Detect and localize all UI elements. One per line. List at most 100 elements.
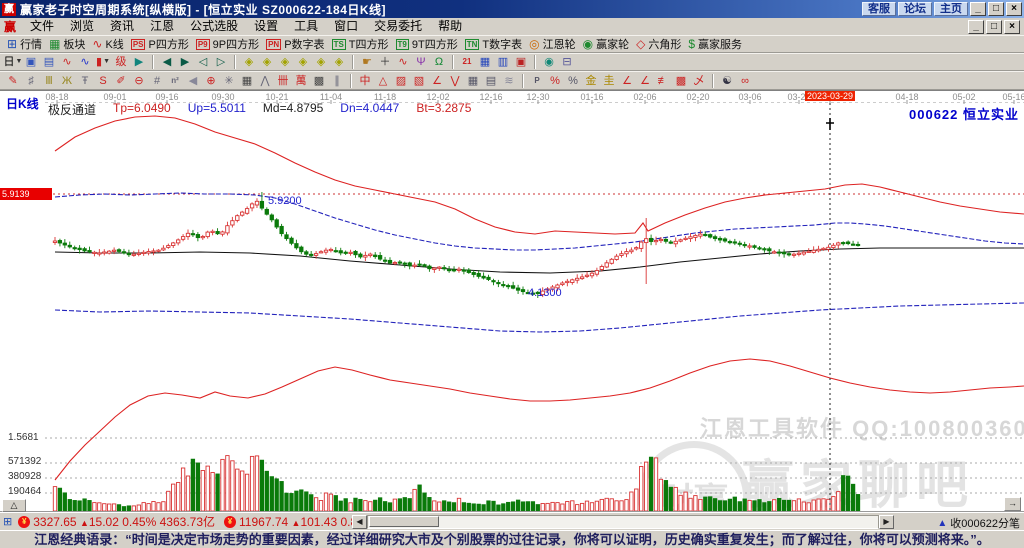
menu-help[interactable]: 帮助 [430, 18, 470, 35]
step-lines-icon[interactable]: ≢ [654, 73, 672, 89]
price-ruler-icon[interactable]: Ŧ [76, 73, 94, 89]
hatch-box-icon[interactable]: ▨ [392, 73, 410, 89]
cycle-circle-icon[interactable]: ⊖ [130, 73, 148, 89]
infinity-icon[interactable]: ∞ [736, 73, 754, 89]
check-line-icon[interactable]: ⋁ [446, 73, 464, 89]
quote-grid-icon[interactable]: ⊞ [3, 515, 12, 528]
9p-square-button[interactable]: P9 9P四方形 [193, 36, 262, 52]
menu-tools[interactable]: 工具 [286, 18, 326, 35]
support-link[interactable]: 客服 [862, 2, 896, 16]
gann-line-icon[interactable]: ♯ [22, 73, 40, 89]
chart-scroll-right-button[interactable]: → [1004, 497, 1021, 511]
sectors-button[interactable]: ▦ 板块 [46, 36, 88, 52]
quote-screen-icon[interactable]: ▣ [22, 54, 40, 70]
mdi-close-button[interactable]: × [1004, 19, 1020, 34]
zoom-out-all-icon[interactable]: ◈ [312, 54, 330, 70]
angle-tool-icon[interactable]: ∠ [428, 73, 446, 89]
pane-collapse-button[interactable]: △ [2, 499, 26, 512]
restore-button[interactable]: □ [988, 2, 1004, 16]
red-wan-icon[interactable]: 萬 [292, 73, 310, 89]
menu-news[interactable]: 资讯 [102, 18, 142, 35]
menu-gann[interactable]: 江恩 [142, 18, 182, 35]
prev-bar-icon[interactable]: ◁ [194, 54, 212, 70]
quotes-button[interactable]: ⊞ 行情 [4, 36, 45, 52]
candle-style-dropdown[interactable]: ▮ ▼ [94, 54, 112, 70]
notebook-icon[interactable]: ▥ [494, 54, 512, 70]
fan-lines-icon[interactable]: △ [374, 73, 392, 89]
calendar-icon[interactable]: 21 [458, 54, 476, 70]
last-bar-icon[interactable]: ▶ [176, 54, 194, 70]
center-line-icon[interactable]: 中 [356, 73, 374, 89]
golden-section-icon[interactable]: 金 [582, 73, 600, 89]
t-table-button[interactable]: TN T数字表 [462, 36, 525, 52]
download-data-icon[interactable]: ◉ [540, 54, 558, 70]
chart-panel[interactable]: 江恩工具软件 QQ:100800360 赢家聊吧 财赢 日K线 000622 恒… [0, 90, 1024, 512]
flag-icon[interactable]: ▶ [130, 54, 148, 70]
target-circle-icon[interactable]: ⊕ [202, 73, 220, 89]
measure-icon[interactable]: P [528, 73, 546, 89]
barcode-icon[interactable]: ∥ [328, 73, 346, 89]
dark-grid-icon[interactable]: ▦ [238, 73, 256, 89]
golden-box-icon[interactable]: 圭 [600, 73, 618, 89]
n-square-icon[interactable]: n² [166, 73, 184, 89]
select-arrow-icon[interactable]: ◀ [184, 73, 202, 89]
smart-analysis-icon[interactable]: Ω [430, 54, 448, 70]
wave-lines-icon[interactable]: ≋ [500, 73, 518, 89]
period-day-dropdown[interactable]: 日 ▼ [4, 54, 23, 70]
mdi-restore-button[interactable]: □ [986, 19, 1002, 34]
menu-window[interactable]: 窗口 [326, 18, 366, 35]
spiral-icon[interactable]: S [94, 73, 112, 89]
gann-wheel-button[interactable]: ◎ 江恩轮 [526, 36, 578, 52]
gann-grid2-icon[interactable]: Ж [58, 73, 76, 89]
crosshair-tool-icon[interactable]: ＋ [376, 54, 394, 70]
scrollbar-thumb[interactable] [369, 516, 439, 527]
draw-pencil-icon[interactable]: ✎ [4, 73, 22, 89]
percent-red-icon[interactable]: % [546, 73, 564, 89]
scrollbar-track[interactable] [367, 515, 879, 529]
chart-canvas[interactable] [0, 91, 1024, 512]
zoom-in-h-icon[interactable]: ◈ [258, 54, 276, 70]
red-tally-icon[interactable]: 卌 [274, 73, 292, 89]
grid-box-icon[interactable]: ▦ [464, 73, 482, 89]
starburst-icon[interactable]: ✳ [220, 73, 238, 89]
calculator-icon[interactable]: ▦ [476, 54, 494, 70]
9t-square-button[interactable]: T9 9T四方形 [393, 36, 461, 52]
save-icon[interactable]: ▣ [512, 54, 530, 70]
kline-button[interactable]: ∿ K线 [89, 36, 126, 52]
zoom-in-all-icon[interactable]: ◈ [330, 54, 348, 70]
hand-tool-icon[interactable]: ☛ [358, 54, 376, 70]
horizontal-scrollbar[interactable]: ◀ ▶ [352, 515, 894, 529]
zoom-in-v-icon[interactable]: ◈ [294, 54, 312, 70]
list-box-icon[interactable]: ▤ [482, 73, 500, 89]
gann-grid-icon[interactable]: Ⅲ [40, 73, 58, 89]
menu-formula-stock-pick[interactable]: 公式选股 [182, 18, 246, 35]
minimize-button[interactable]: _ [970, 2, 986, 16]
p-square-button[interactable]: PS P四方形 [128, 36, 192, 52]
first-bar-icon[interactable]: ◀ [158, 54, 176, 70]
scroll-right-icon[interactable]: ▶ [879, 515, 894, 529]
sh-index-quote[interactable]: 3327.65 ▲15.02 0.45% 4363.73亿 [33, 513, 215, 530]
zoom-out-v-icon[interactable]: ◈ [276, 54, 294, 70]
sh-index-icon[interactable]: ¥ [18, 515, 31, 528]
menu-settings[interactable]: 设置 [246, 18, 286, 35]
kline-blue-icon[interactable]: ∿ [76, 54, 94, 70]
hexagon-button[interactable]: ◇ 六角形 [633, 36, 684, 52]
shade-box-icon[interactable]: ▩ [310, 73, 328, 89]
wave-tool-icon[interactable]: ∿ [394, 54, 412, 70]
percent-icon[interactable]: % [564, 73, 582, 89]
angle-e-icon[interactable]: ∠ [636, 73, 654, 89]
mdi-minimize-button[interactable]: _ [968, 19, 984, 34]
p-table-button[interactable]: PN P数字表 [263, 36, 327, 52]
forum-link[interactable]: 论坛 [898, 2, 932, 16]
menu-browse[interactable]: 浏览 [62, 18, 102, 35]
taiji-icon[interactable]: ☯ [718, 73, 736, 89]
marker-pen-icon[interactable]: ✐ [112, 73, 130, 89]
zoom-out-h-icon[interactable]: ◈ [240, 54, 258, 70]
angle-f-icon[interactable]: ∠ [618, 73, 636, 89]
menu-trade-order[interactable]: 交易委托 [366, 18, 430, 35]
winner-service-button[interactable]: $ 赢家服务 [685, 36, 745, 52]
gann-tools-icon[interactable]: Ψ [412, 54, 430, 70]
kline-red-icon[interactable]: ∿ [58, 54, 76, 70]
sz-index-icon[interactable]: ¥ [224, 515, 237, 528]
next-bar-icon[interactable]: ▷ [212, 54, 230, 70]
